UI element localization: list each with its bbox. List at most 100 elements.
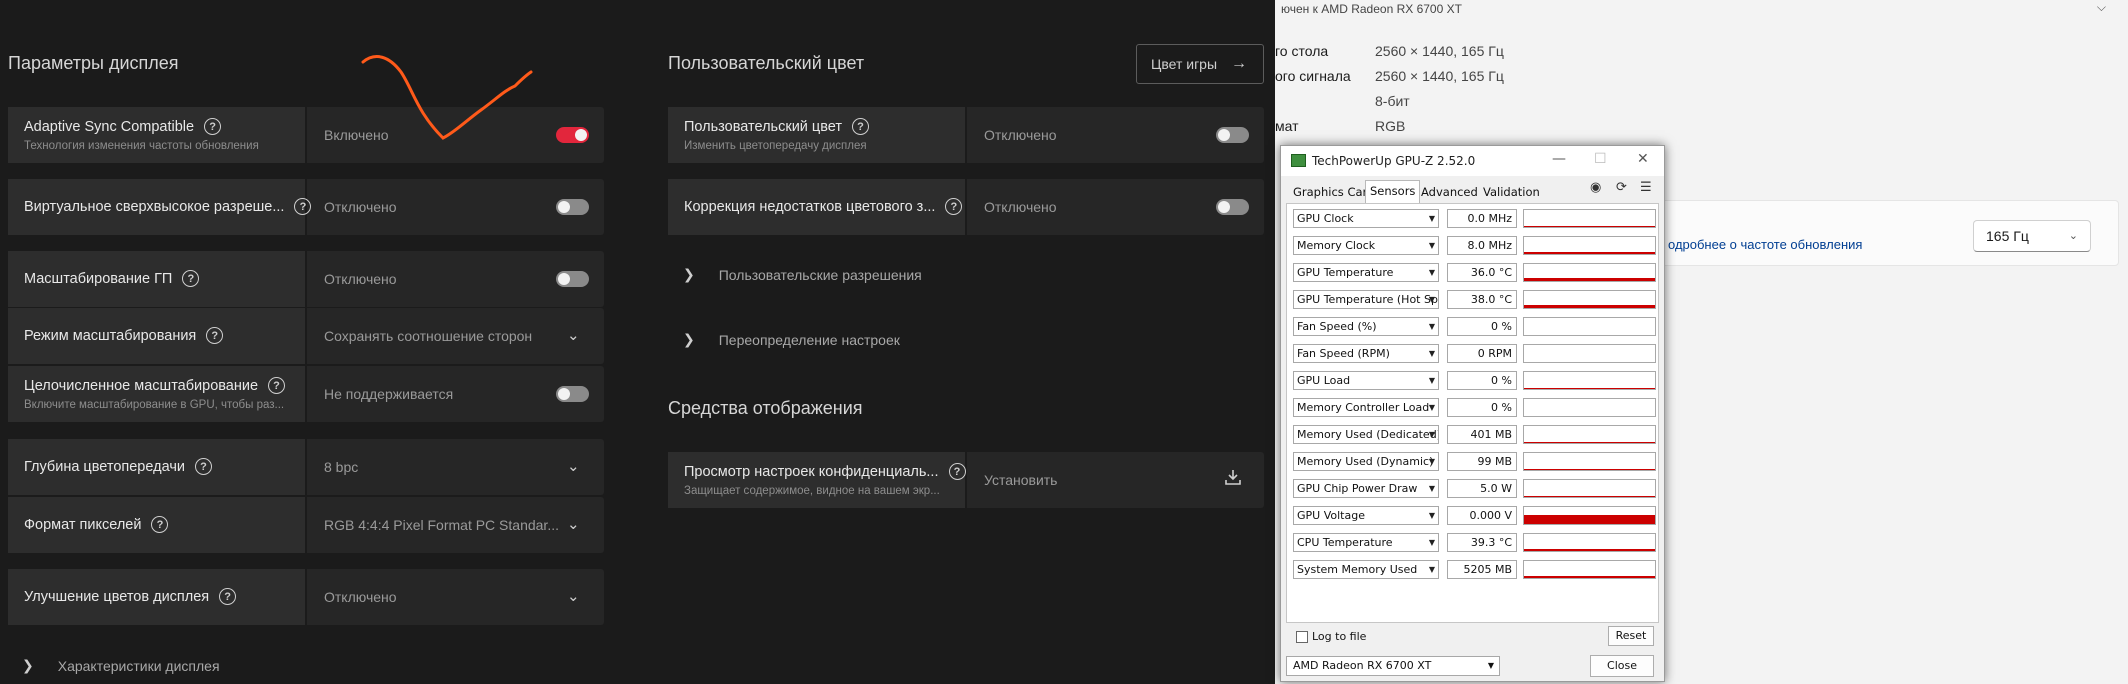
gpu-scaling-toggle[interactable] (556, 271, 589, 287)
reset-button[interactable]: Reset (1608, 626, 1654, 646)
sensor-row: GPU Load ▼ 0 % (1293, 371, 1659, 390)
sensor-graph (1523, 452, 1656, 471)
install-label[interactable]: Установить (984, 452, 1057, 508)
sensor-name-select[interactable]: System Memory Used ▼ (1293, 560, 1439, 579)
sensor-name-select[interactable]: GPU Voltage ▼ (1293, 506, 1439, 525)
help-icon[interactable]: ? (945, 198, 963, 215)
minimize-icon[interactable]: — (1552, 151, 1566, 167)
checkbox-box (1296, 630, 1308, 643)
sensor-name: GPU Chip Power Draw (1297, 482, 1418, 495)
row-subtitle: Защищает содержимое, видное на вашем экр… (684, 485, 940, 497)
row-value: 8 bpc (324, 459, 359, 475)
sensor-value: 8.0 MHz (1447, 236, 1517, 255)
maximize-icon[interactable]: ☐ (1594, 151, 1607, 167)
sensor-value: 0.0 MHz (1447, 209, 1517, 228)
pixel-format-row[interactable]: Формат пикселей? RGB 4:4:4 Pixel Format … (8, 497, 604, 553)
sensor-name-select[interactable]: GPU Chip Power Draw ▼ (1293, 479, 1439, 498)
sensor-name-select[interactable]: CPU Temperature ▼ (1293, 533, 1439, 552)
help-icon[interactable]: ? (219, 588, 237, 605)
sensor-row: GPU Chip Power Draw ▼ 5.0 W (1293, 479, 1659, 498)
sensor-name: Fan Speed (RPM) (1297, 347, 1390, 360)
close-icon[interactable]: ✕ (1637, 151, 1649, 167)
integer-scaling-row[interactable]: Целочисленное масштабирование? Включите … (8, 366, 604, 422)
vsr-toggle[interactable] (556, 199, 589, 215)
chevron-right-icon: ❯ (22, 657, 34, 673)
sensor-row: GPU Clock ▼ 0.0 MHz (1293, 209, 1659, 228)
camera-icon[interactable]: ◉ (1590, 180, 1601, 195)
sensor-name-select[interactable]: Memory Controller Load ▼ (1293, 398, 1439, 417)
privacy-view-row[interactable]: Просмотр настроек конфиденциаль...? Защи… (668, 452, 1264, 508)
custom-color-row[interactable]: Пользовательский цвет? Изменить цветопер… (668, 107, 1264, 163)
virtual-super-resolution-row[interactable]: Виртуальное сверхвысокое разреше...? Отк… (8, 179, 604, 235)
tab-advanced[interactable]: Advanced (1417, 182, 1482, 203)
override-settings-link[interactable]: ❯ Переопределение настроек (683, 331, 900, 348)
sensor-value: 0 % (1447, 398, 1517, 417)
help-icon[interactable]: ? (206, 327, 224, 344)
sensor-name-select[interactable]: GPU Clock ▼ (1293, 209, 1439, 228)
adaptive-sync-toggle[interactable] (556, 127, 589, 143)
tab-validation[interactable]: Validation (1479, 182, 1544, 203)
sensor-row: Memory Clock ▼ 8.0 MHz (1293, 236, 1659, 255)
help-icon[interactable]: ? (852, 118, 869, 135)
arrow-right-icon: → (1231, 55, 1248, 72)
color-correction-toggle[interactable] (1216, 199, 1249, 215)
sensor-name-select[interactable]: Fan Speed (RPM) ▼ (1293, 344, 1439, 363)
sensor-name-select[interactable]: Memory Used (Dedicated) ▼ (1293, 425, 1439, 444)
window-title: TechPowerUp GPU-Z 2.52.0 (1312, 154, 1476, 168)
download-icon[interactable] (1224, 468, 1242, 491)
sensor-value: 38.0 °C (1447, 290, 1517, 309)
custom-resolutions-link[interactable]: ❯ Пользовательские разрешения (683, 266, 922, 283)
refresh-rate-link[interactable]: одробнее о частоте обновления (1668, 237, 1862, 252)
custom-color-toggle[interactable] (1216, 127, 1249, 143)
row-subtitle: Технология изменения частоты обновления (24, 140, 259, 152)
gpuz-title-bar[interactable]: TechPowerUp GPU-Z 2.52.0 — ☐ ✕ (1281, 146, 1664, 176)
color-deficiency-correction-row[interactable]: Коррекция недостатков цветового з...? От… (668, 179, 1264, 235)
sensor-name-select[interactable]: GPU Load ▼ (1293, 371, 1439, 390)
help-icon[interactable]: ? (151, 516, 169, 533)
log-to-file-checkbox[interactable]: Log to file (1296, 630, 1366, 643)
display-color-enhancement-row[interactable]: Улучшение цветов дисплея? Отключено ⌄ (8, 569, 604, 625)
close-icon[interactable]: ⌵ (2097, 0, 2106, 15)
orange-check-annotation (361, 55, 533, 140)
sensor-name-select[interactable]: Memory Used (Dynamic) ▼ (1293, 452, 1439, 471)
sensor-graph-bar (1524, 442, 1655, 443)
row-subtitle: Изменить цветопередачу дисплея (684, 140, 867, 152)
help-icon[interactable]: ? (194, 458, 212, 475)
refresh-icon[interactable]: ⟳ (1616, 180, 1627, 195)
help-icon[interactable]: ? (294, 198, 312, 215)
chevron-down-icon: ▼ (1428, 403, 1435, 412)
refresh-rate-select[interactable]: 165 Гц ⌄ (1973, 220, 2091, 252)
row-title: Глубина цветопередачи (24, 458, 185, 475)
row-value: Отключено (324, 589, 397, 605)
help-icon[interactable]: ? (182, 270, 200, 287)
scaling-mode-row[interactable]: Режим масштабирования? Сохранять соотнош… (8, 308, 604, 364)
color-depth-row[interactable]: Глубина цветопередачи? 8 bpc ⌄ (8, 439, 604, 495)
display-specs-link[interactable]: ❯ Характеристики дисплея (22, 657, 220, 674)
chevron-down-icon[interactable]: ⌄ (567, 515, 580, 533)
gpu-scaling-row[interactable]: Масштабирование ГП? Отключено (8, 251, 604, 307)
tab-sensors[interactable]: Sensors (1365, 180, 1421, 204)
sensor-row: CPU Temperature ▼ 39.3 °C (1293, 533, 1659, 552)
chevron-down-icon[interactable]: ⌄ (567, 457, 580, 475)
sensor-name-select[interactable]: GPU Temperature ▼ (1293, 263, 1439, 282)
sensor-name-select[interactable]: Fan Speed (%) ▼ (1293, 317, 1439, 336)
help-icon[interactable]: ? (204, 118, 222, 135)
sensor-name-select[interactable]: Memory Clock ▼ (1293, 236, 1439, 255)
menu-icon[interactable]: ☰ (1640, 180, 1652, 195)
sensor-row: Memory Controller Load ▼ 0 % (1293, 398, 1659, 417)
row-title: Режим масштабирования (24, 327, 197, 344)
sensor-name: Memory Clock (1297, 239, 1376, 252)
chevron-down-icon[interactable]: ⌄ (567, 326, 580, 344)
gpu-select[interactable]: AMD Radeon RX 6700 XT ▼ (1286, 656, 1500, 676)
integer-scaling-toggle[interactable] (556, 386, 589, 402)
toggle-knob (575, 129, 587, 141)
sensor-name: Fan Speed (%) (1297, 320, 1377, 333)
chevron-down-icon[interactable]: ⌄ (567, 587, 580, 605)
close-button[interactable]: Close (1590, 655, 1654, 677)
help-icon[interactable]: ? (948, 463, 966, 480)
sensor-name: CPU Temperature (1297, 536, 1393, 549)
game-color-button[interactable]: Цвет игры → (1136, 44, 1264, 84)
help-icon[interactable]: ? (268, 377, 286, 394)
sensor-name-select[interactable]: GPU Temperature (Hot Spot) ▼ (1293, 290, 1439, 309)
sensor-row: System Memory Used ▼ 5205 MB (1293, 560, 1659, 579)
